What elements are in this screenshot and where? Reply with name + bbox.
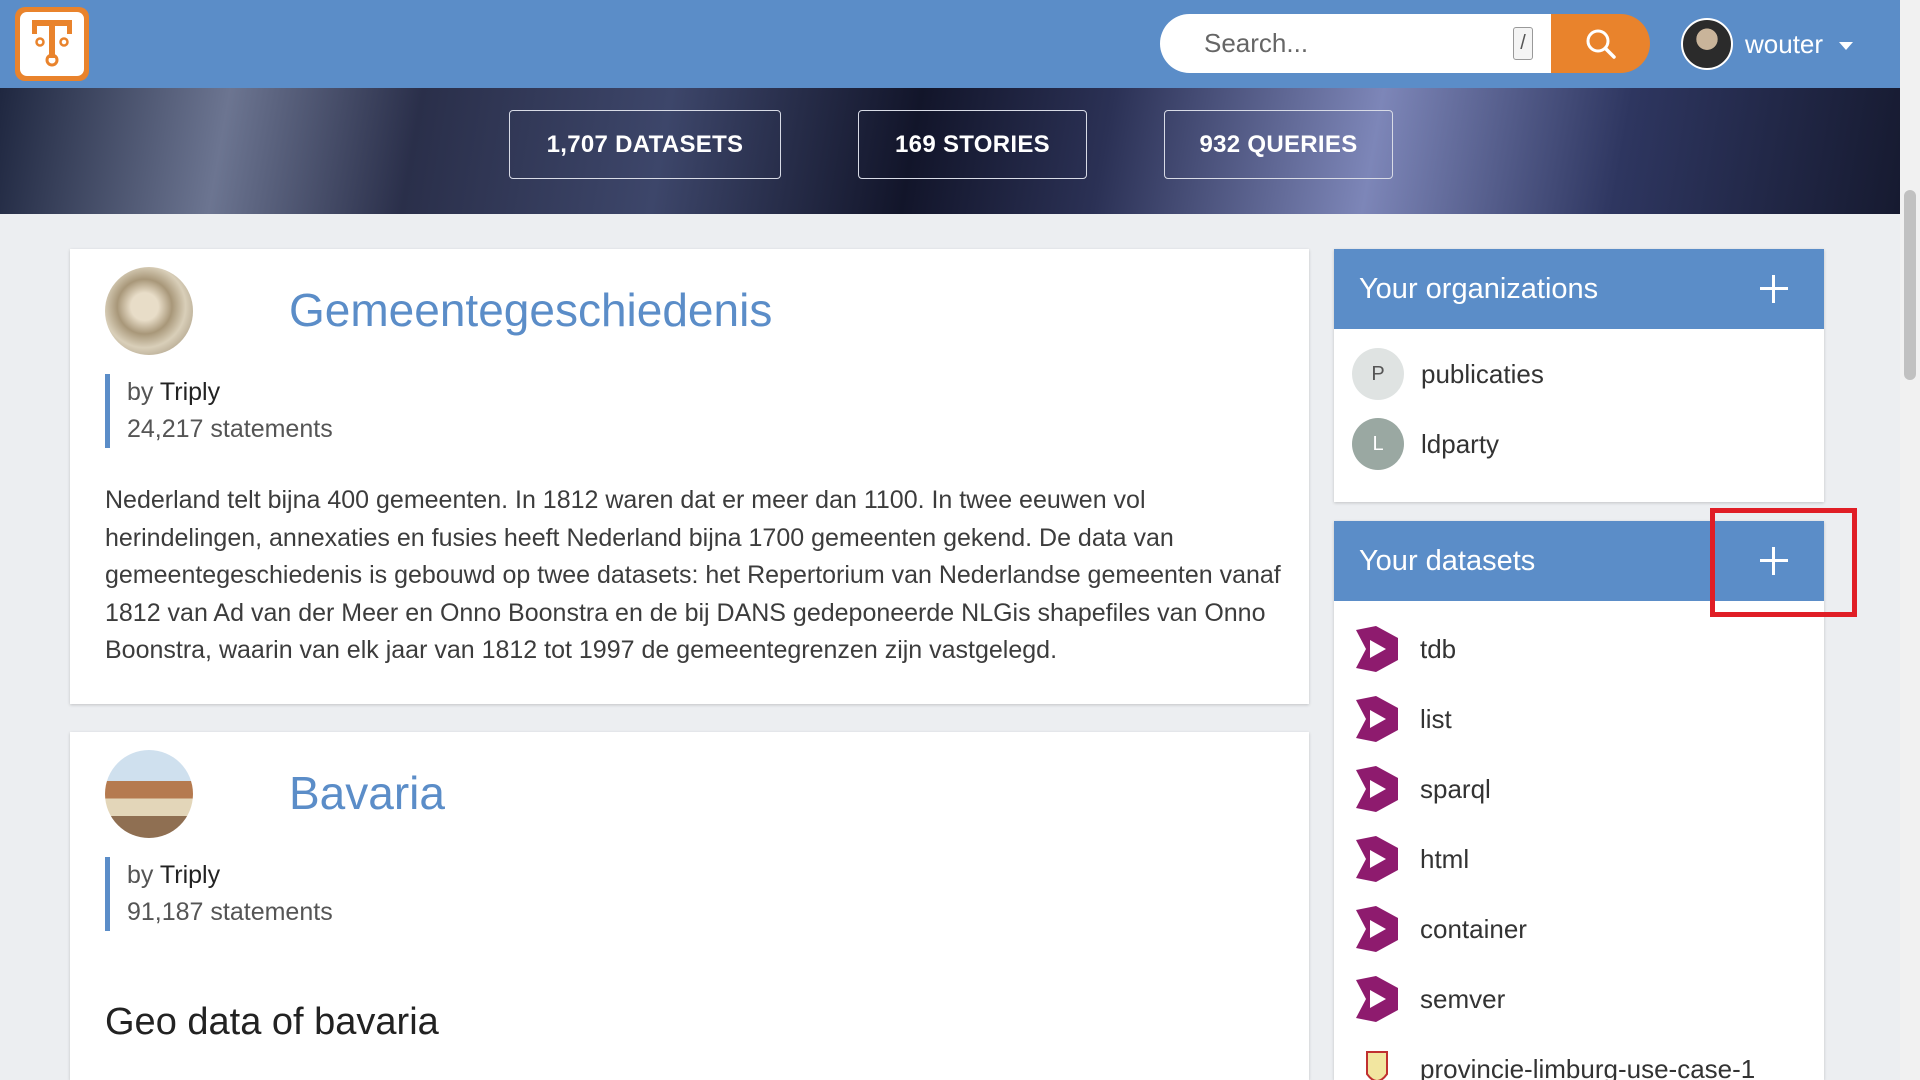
dataset-thumbnail[interactable] <box>105 750 193 838</box>
queries-count-button[interactable]: 932 QUERIES <box>1164 110 1393 179</box>
owner-link[interactable]: Triply <box>160 861 220 889</box>
username: wouter <box>1745 28 1824 59</box>
dataset-title[interactable]: Bavaria <box>289 766 445 820</box>
dataset-icon <box>1356 626 1398 672</box>
search-icon <box>1586 29 1616 59</box>
highlight-annotation <box>1710 508 1857 617</box>
datasets-title: Your datasets <box>1359 544 1536 577</box>
top-navigation-bar: / wouter <box>0 0 1900 88</box>
stories-count-button[interactable]: 169 STORIES <box>858 110 1087 179</box>
dataset-card: Gemeentegeschiedenis by Triply 24,217 st… <box>70 249 1309 704</box>
dataset-list-item[interactable]: provincie-limburg-use-case-1 <box>1334 1034 1824 1080</box>
search-button[interactable] <box>1551 14 1650 73</box>
org-avatar: L <box>1352 418 1404 470</box>
dataset-card: Bavaria by Triply 91,187 statements Geo … <box>70 732 1309 1080</box>
dataset-icon <box>1356 836 1398 882</box>
scrollbar-thumb[interactable] <box>1904 190 1916 380</box>
datasets-count-button[interactable]: 1,707 DATASETS <box>509 110 781 179</box>
org-name: ldparty <box>1421 428 1500 459</box>
keyboard-shortcut-hint: / <box>1513 27 1533 60</box>
search-box[interactable]: / <box>1160 14 1551 73</box>
org-name: publicaties <box>1421 358 1544 389</box>
organization-item[interactable]: L ldparty <box>1334 409 1824 479</box>
page-scrollbar[interactable] <box>1900 0 1920 1080</box>
logo-icon <box>20 12 84 76</box>
add-organization-button[interactable] <box>1756 271 1792 307</box>
owner-link[interactable]: Triply <box>160 378 220 406</box>
organizations-panel: Your organizations P publicaties L ldpar… <box>1334 249 1824 502</box>
dataset-icon <box>1356 976 1398 1022</box>
dataset-name: semver <box>1420 983 1506 1014</box>
triply-logo[interactable] <box>15 7 89 81</box>
dataset-description: Nederland telt bijna 400 gemeenten. In 1… <box>105 486 1281 664</box>
avatar <box>1681 18 1733 70</box>
coat-of-arms-icon <box>1366 1051 1388 1080</box>
dataset-name: tdb <box>1420 633 1457 664</box>
dataset-list-item[interactable]: tdb <box>1334 614 1824 684</box>
organization-item[interactable]: P publicaties <box>1334 339 1824 409</box>
dataset-list-item[interactable]: sparql <box>1334 754 1824 824</box>
by-label: by <box>127 378 154 406</box>
chevron-down-icon <box>1839 42 1854 50</box>
dataset-name: html <box>1420 843 1470 874</box>
dataset-thumbnail[interactable] <box>105 267 193 355</box>
dataset-meta: by Triply 24,217 statements <box>105 374 333 448</box>
user-menu[interactable]: wouter <box>1681 18 1854 70</box>
org-avatar: P <box>1352 348 1404 400</box>
search-input[interactable] <box>1204 28 1494 59</box>
organizations-header: Your organizations <box>1334 249 1824 329</box>
statement-count: 24,217 statements <box>127 415 333 443</box>
dataset-list-item[interactable]: container <box>1334 894 1824 964</box>
by-label: by <box>127 861 154 889</box>
dataset-name: sparql <box>1420 773 1491 804</box>
dataset-icon <box>1356 766 1398 812</box>
datasets-list: tdb list sparql html container semver pr… <box>1334 601 1824 1080</box>
dataset-name: provincie-limburg-use-case-1 <box>1420 1053 1756 1080</box>
dataset-icon <box>1356 696 1398 742</box>
statement-count: 91,187 statements <box>127 898 333 926</box>
dataset-description: Geo data of bavaria <box>105 1001 439 1043</box>
dataset-list-item[interactable]: list <box>1334 684 1824 754</box>
dataset-name: list <box>1420 703 1452 734</box>
dataset-name: container <box>1420 913 1527 944</box>
dataset-list-item[interactable]: semver <box>1334 964 1824 1034</box>
dataset-title[interactable]: Gemeentegeschiedenis <box>289 283 772 337</box>
dataset-icon <box>1356 906 1398 952</box>
organizations-title: Your organizations <box>1359 272 1599 305</box>
dataset-list-item[interactable]: html <box>1334 824 1824 894</box>
dataset-meta: by Triply 91,187 statements <box>105 857 333 931</box>
